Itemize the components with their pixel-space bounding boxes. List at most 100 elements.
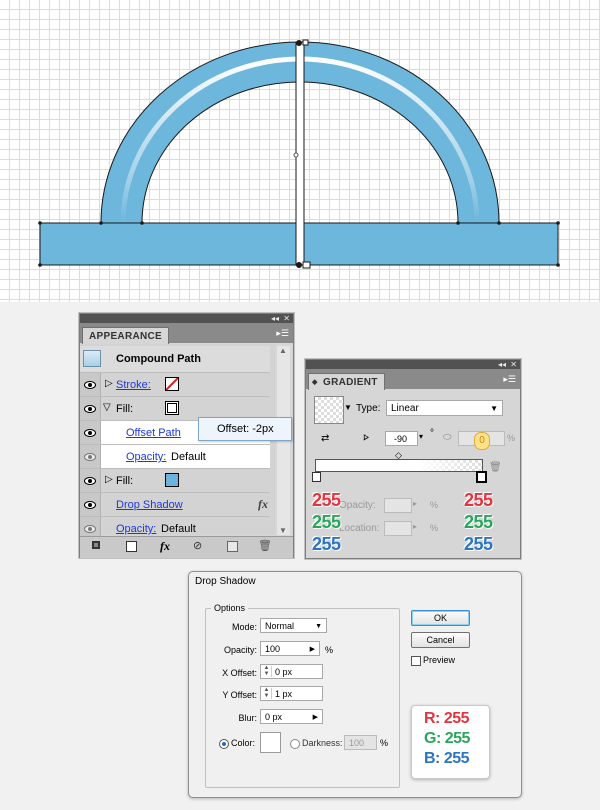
trash-icon[interactable]: 🗑 [258, 539, 272, 552]
y-offset-label: Y Offset: [222, 690, 257, 700]
opacity-row-1[interactable]: Opacity: Default [80, 445, 270, 469]
offset-tooltip: Offset: -2px [198, 417, 292, 441]
panel-menu-icon[interactable]: ▸☰ [276, 329, 289, 339]
compound-path-row[interactable]: Compound Path [80, 346, 270, 373]
reverse-gradient-icon[interactable]: ⇄ [321, 433, 329, 444]
gradient-tab-label: GRADIENT [323, 377, 378, 388]
panel-menu-icon[interactable]: ▸☰ [503, 375, 516, 385]
y-offset-input[interactable]: ▲ ▼ 1 px [260, 686, 323, 701]
stepper-icon[interactable]: ▲ ▼ [262, 687, 272, 699]
offset-tooltip-text: Offset: -2px [217, 423, 274, 435]
stroke-link[interactable]: Stroke: [116, 379, 151, 391]
darkness-radio[interactable] [290, 739, 300, 749]
left-stop-red-value: 255 [312, 490, 341, 510]
collapse-icon[interactable]: ◂◂ [498, 360, 506, 369]
chevron-down-icon: ▼ [490, 404, 498, 413]
dialog-title: Drop Shadow [195, 576, 256, 587]
ok-button[interactable]: OK [411, 610, 470, 626]
preview-checkbox[interactable] [411, 656, 421, 666]
gradient-stop-left[interactable] [312, 472, 321, 482]
scroll-down-icon[interactable]: ▼ [279, 526, 287, 535]
aspect-ratio-icon: ⬭ [443, 432, 452, 443]
new-square-icon[interactable] [126, 541, 137, 552]
opacity-link-1[interactable]: Opacity: [126, 451, 166, 463]
color-radio[interactable] [219, 739, 229, 749]
drop-shadow-link[interactable]: Drop Shadow [116, 499, 183, 511]
fx-icon[interactable]: fx [258, 497, 268, 512]
angle-input[interactable]: -90 [385, 431, 418, 446]
opacity-value-1: Default [171, 451, 206, 463]
darkness-input[interactable]: 100 [344, 735, 377, 750]
gradient-type-select[interactable]: Linear ▼ [386, 400, 503, 416]
angle-unit: ° [430, 428, 434, 439]
panel-titlebar[interactable]: ◂◂ ✕ [80, 314, 293, 323]
blur-label: Blur: [238, 713, 257, 723]
drop-shadow-row[interactable]: Drop Shadow fx [80, 493, 270, 517]
panel-titlebar[interactable]: ◂◂ ✕ [306, 360, 520, 369]
cancel-label: Cancel [426, 635, 455, 645]
opacity-link-2[interactable]: Opacity: [116, 523, 156, 535]
opacity-unit: % [325, 645, 334, 655]
fill-row-2[interactable]: ▷ Fill: [80, 469, 270, 493]
opacity-input[interactable]: 100 ▶ [260, 641, 320, 656]
chevron-down-icon: ▼ [315, 623, 322, 630]
swatch-dropdown-icon[interactable]: ▼ [344, 403, 352, 412]
collapse-arrow-icon[interactable]: ▽ [103, 402, 111, 413]
gradient-preview-swatch[interactable] [314, 396, 344, 424]
scroll-up-icon[interactable]: ▲ [279, 346, 287, 355]
angle-value: -90 [394, 434, 408, 444]
x-offset-value: 0 px [275, 667, 293, 677]
tab-gradient[interactable]: ◆ GRADIENT [308, 373, 385, 390]
clear-appearance-icon[interactable]: ⊘ [193, 539, 202, 552]
stepper-icon[interactable]: ▲ ▼ [262, 665, 272, 677]
location-label: Location: [339, 523, 380, 534]
duplicate-item-icon[interactable] [227, 541, 238, 552]
path-thumbnail-icon [83, 350, 101, 367]
visibility-eye-icon[interactable] [80, 397, 101, 420]
angle-spinner-icon[interactable]: ▾ [419, 432, 423, 441]
blur-input[interactable]: 0 px ▶ [260, 709, 323, 724]
options-group-label: Options [211, 603, 249, 613]
x-offset-input[interactable]: ▲ ▼ 0 px [260, 664, 323, 679]
stroke-row[interactable]: ▷ Stroke: [80, 373, 270, 397]
opacity-spinner-icon[interactable]: ▸ [413, 499, 417, 508]
delete-stop-icon[interactable]: 🗑 [489, 462, 502, 473]
cancel-button[interactable]: Cancel [411, 632, 470, 648]
visibility-eye-icon[interactable] [80, 373, 101, 396]
stroke-none-swatch[interactable] [165, 377, 179, 391]
color-label: Color: [231, 738, 256, 748]
visibility-eye-icon[interactable] [80, 493, 101, 516]
opacity-value-2: Default [161, 523, 196, 535]
close-icon[interactable]: ✕ [510, 360, 517, 369]
mode-select[interactable]: Normal ▼ [260, 618, 327, 633]
angle-icon: ⦠ [363, 432, 369, 443]
radio-selected-dot-icon [222, 742, 226, 746]
fill-white-swatch[interactable] [165, 401, 179, 415]
expand-arrow-icon[interactable]: ▷ [105, 474, 113, 485]
stop-opacity-input[interactable] [384, 498, 412, 513]
stop-location-input[interactable] [384, 521, 412, 536]
darkness-label: Darkness: [302, 738, 343, 748]
artboard-canvas[interactable] [0, 0, 600, 302]
stop-icon[interactable] [92, 541, 100, 549]
gradient-stop-right[interactable] [477, 472, 486, 482]
expand-arrow-icon[interactable]: ▷ [105, 378, 113, 389]
darkness-value: 100 [349, 738, 365, 748]
left-stop-blue-value: 255 [312, 534, 341, 554]
drop-shadow-dialog: Drop Shadow Options Mode: Normal ▼ Opaci… [188, 571, 522, 798]
visibility-eye-icon[interactable] [80, 421, 101, 444]
close-icon[interactable]: ✕ [283, 314, 290, 323]
shadow-color-swatch[interactable] [260, 732, 281, 753]
visibility-eye-icon[interactable] [80, 445, 101, 468]
protractor-artwork[interactable] [0, 0, 600, 302]
fx-menu-icon[interactable]: fx [160, 539, 170, 554]
rgb-green-value: G: 255 [424, 730, 470, 747]
offset-path-link[interactable]: Offset Path [126, 427, 181, 439]
gradient-slider-bar[interactable] [315, 459, 483, 472]
visibility-eye-icon[interactable] [80, 469, 101, 492]
location-spinner-icon[interactable]: ▸ [413, 522, 417, 531]
tab-appearance[interactable]: APPEARANCE [82, 327, 170, 344]
compound-path-label: Compound Path [116, 353, 201, 365]
fill-blue-swatch[interactable] [165, 473, 179, 487]
collapse-icon[interactable]: ◂◂ [271, 314, 279, 323]
